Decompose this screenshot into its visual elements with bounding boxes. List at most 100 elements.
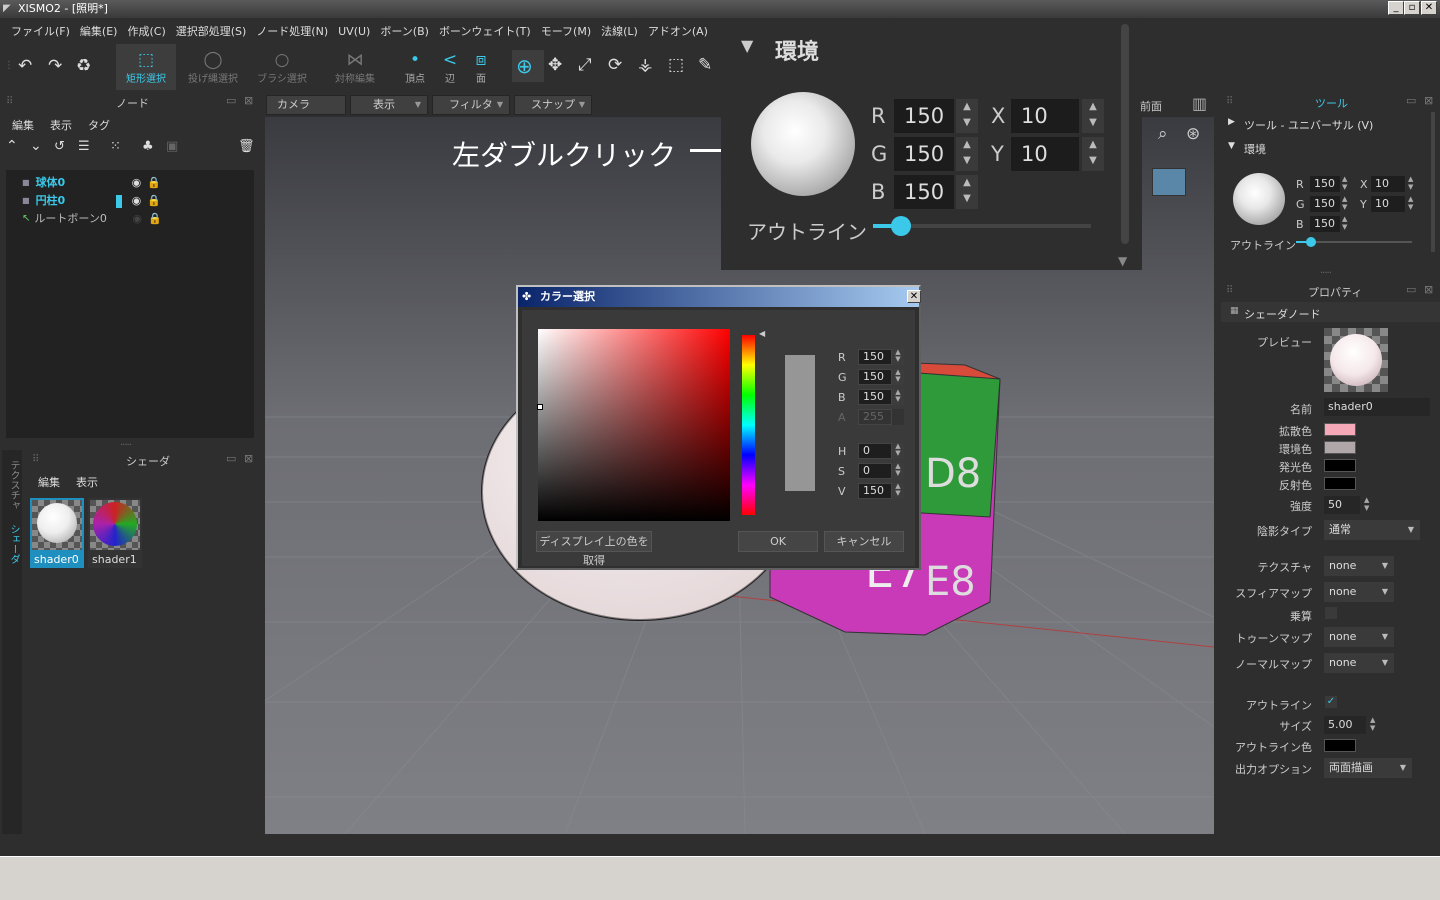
g-input[interactable]: 150 <box>858 369 892 385</box>
zoom-r-spinner[interactable]: ▲ ▼ <box>956 99 978 133</box>
view-tab-camera[interactable]: カメラ <box>266 95 346 115</box>
menu-selection[interactable]: 選択部処理(S) <box>176 23 247 39</box>
ambient-color-swatch[interactable] <box>1324 441 1356 454</box>
close-button[interactable]: ✕ <box>1421 1 1437 15</box>
menu-edit[interactable]: 編集(E) <box>80 23 118 39</box>
objects-icon[interactable]: ♣ <box>142 139 154 154</box>
lock-icon[interactable]: 🔒 <box>148 211 162 227</box>
outline-size-input[interactable]: 5.00 <box>1324 716 1366 734</box>
node-item-root-bone[interactable]: ↖ ルートボーン0 ◉ 🔒 <box>22 211 162 227</box>
tool-r-spinner[interactable]: ▲ ▼ <box>1342 175 1347 191</box>
shader-name-input[interactable]: shader0 <box>1324 398 1430 416</box>
zoom-env-sphere-preview[interactable] <box>751 92 855 196</box>
grid-icon[interactable]: ⁙ <box>110 139 121 154</box>
texture-dropdown[interactable]: none ▼ <box>1324 556 1394 576</box>
h-spinner[interactable]: ▲ ▼ <box>892 443 904 459</box>
minimize-button[interactable]: _ <box>1388 1 1404 15</box>
node-menu-tag[interactable]: タグ <box>88 117 110 133</box>
shader-panel-minimize-icon[interactable]: ▭ <box>226 452 236 465</box>
vertex-mode-button[interactable]: • 頂点 <box>398 44 432 90</box>
delete-icon[interactable]: 🗑 <box>238 139 255 154</box>
h-input[interactable]: 0 <box>858 443 892 459</box>
outline-checkbox[interactable]: ✓ <box>1325 696 1337 708</box>
tool-b-spinner[interactable]: ▲ ▼ <box>1342 215 1347 231</box>
tool-env-label[interactable]: 環境 <box>1244 141 1266 157</box>
zoom-y-input[interactable]: 10 <box>1011 137 1079 171</box>
cancel-button[interactable]: キャンセル <box>824 531 904 552</box>
outline-size-spinner[interactable]: ▲ ▼ <box>1370 716 1375 732</box>
face-mode-button[interactable]: ⧈ 面 <box>466 44 496 90</box>
tool-panel-close-icon[interactable]: ⊠ <box>1424 94 1433 107</box>
menu-morph[interactable]: モーフ(M) <box>541 23 591 39</box>
move-icon[interactable]: ✥ <box>548 55 562 75</box>
lasso-select-button[interactable]: ◯ 投げ縄選択 <box>184 44 242 90</box>
output-option-dropdown[interactable]: 両面描画 ▼ <box>1324 758 1412 778</box>
hue-slider[interactable] <box>742 335 755 515</box>
menu-file[interactable]: ファイル(F) <box>11 23 70 39</box>
menu-bone[interactable]: ボーン(B) <box>380 23 429 39</box>
sphere-map-dropdown[interactable]: none ▼ <box>1324 582 1394 602</box>
shade-type-dropdown[interactable]: 通常 ▼ <box>1324 520 1420 540</box>
zoom-b-input[interactable]: 150 <box>894 175 954 209</box>
reparent-icon[interactable]: ↺ <box>54 139 65 154</box>
property-panel-minimize-icon[interactable]: ▭ <box>1406 283 1416 296</box>
tool-g-input[interactable]: 150 <box>1310 196 1340 212</box>
toon-map-dropdown[interactable]: none ▼ <box>1324 627 1394 647</box>
zoom-x-input[interactable]: 10 <box>1011 99 1079 133</box>
marquee-icon[interactable]: ⬚ <box>668 55 684 75</box>
tool-y-input[interactable]: 10 <box>1371 196 1405 212</box>
globe-icon[interactable]: ⊕ <box>516 54 533 78</box>
zoom-r-input[interactable]: 150 <box>894 99 954 133</box>
tool-universal-label[interactable]: ツール - ユニバーサル (V) <box>1244 117 1373 133</box>
splitter-dots[interactable]: ····· <box>1320 268 1332 279</box>
v-input[interactable]: 150 <box>858 483 892 499</box>
visible-eye-icon[interactable]: ◉ <box>132 193 142 209</box>
r-input[interactable]: 150 <box>858 349 892 365</box>
cube-icon[interactable]: ▣ <box>166 139 178 154</box>
node-item-cylinder[interactable]: ■ 円柱0 ◉ 🔒 <box>22 193 161 209</box>
zoom-outline-slider-handle[interactable] <box>891 216 912 236</box>
list-icon[interactable]: ☰ <box>78 139 90 154</box>
sv-picker-handle[interactable] <box>537 404 543 410</box>
emissive-color-swatch[interactable] <box>1324 459 1356 472</box>
tool-env-sphere-preview[interactable] <box>1233 173 1285 225</box>
node-menu-view[interactable]: 表示 <box>50 117 72 133</box>
tool-b-input[interactable]: 150 <box>1310 216 1340 232</box>
pivot-icon[interactable]: ⚶ <box>638 55 652 75</box>
shader-thumb-shader1[interactable]: shader1 <box>88 498 142 568</box>
shader-menu-edit[interactable]: 編集 <box>38 474 60 490</box>
move-up-icon[interactable]: ⌃ <box>6 138 18 154</box>
tool-x-input[interactable]: 10 <box>1371 176 1405 192</box>
shader-thumb-shader0[interactable]: shader0 <box>30 498 84 568</box>
dialog-close-button[interactable]: ✕ <box>907 290 921 303</box>
saturation-value-field[interactable] <box>538 329 730 521</box>
s-input[interactable]: 0 <box>858 463 892 479</box>
visible-eye-icon[interactable]: ◉ <box>132 175 142 191</box>
zoom-g-input[interactable]: 150 <box>894 137 954 171</box>
collapse-triangle-icon[interactable]: ▼ <box>741 36 753 55</box>
strength-spinner[interactable]: ▲ ▼ <box>1364 496 1369 512</box>
menu-bone-weight[interactable]: ボーンウェイト(T) <box>439 23 531 39</box>
lock-icon[interactable]: 🔒 <box>147 175 161 191</box>
shader-menu-view[interactable]: 表示 <box>76 474 98 490</box>
multiply-checkbox[interactable] <box>1325 607 1337 619</box>
r-spinner[interactable]: ▲ ▼ <box>892 349 904 365</box>
hue-slider-handle-icon[interactable]: ◀ <box>759 329 765 338</box>
zoom-scrollbar[interactable] <box>1121 24 1129 244</box>
b-spinner[interactable]: ▲ ▼ <box>892 389 904 405</box>
node-menu-edit[interactable]: 編集 <box>12 117 34 133</box>
ok-button[interactable]: OK <box>738 531 818 552</box>
outline-color-swatch[interactable] <box>1324 739 1356 752</box>
rotate-icon[interactable]: ⟳ <box>608 55 622 75</box>
orbit-icon[interactable]: ⊛ <box>1186 124 1200 144</box>
node-panel-close-icon[interactable]: ⊠ <box>244 94 253 107</box>
redo-icon[interactable]: ↷ <box>48 56 62 76</box>
s-spinner[interactable]: ▲ ▼ <box>892 463 904 479</box>
property-panel-close-icon[interactable]: ⊠ <box>1424 283 1433 296</box>
node-panel-minimize-icon[interactable]: ▭ <box>226 94 236 107</box>
menu-create[interactable]: 作成(C) <box>127 23 165 39</box>
side-tab-texture[interactable]: テクスチャ <box>6 460 21 510</box>
dialog-title-bar[interactable]: ✤ カラー選択 <box>518 287 919 307</box>
collapse-triangle-icon[interactable]: ▼ <box>1228 141 1235 151</box>
scale-icon[interactable]: ⤢ <box>578 55 592 75</box>
